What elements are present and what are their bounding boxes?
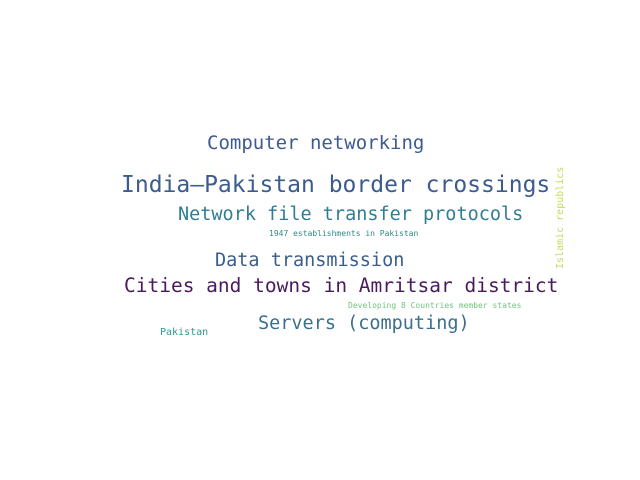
word-india-pakistan-border-crossings: India–Pakistan border crossings (121, 172, 551, 198)
word-developing-8-countries: Developing 8 Countries member states (348, 301, 522, 310)
word-pakistan: Pakistan (160, 327, 209, 338)
word-servers-computing: Servers (computing) (258, 313, 470, 334)
word-islamic-republics: Islamic republics (555, 166, 566, 269)
word-computer-networking: Computer networking (207, 132, 425, 154)
word-cloud: Computer networking India–Pakistan borde… (0, 0, 640, 480)
word-data-transmission: Data transmission (215, 250, 405, 271)
word-cities-towns-amritsar-district: Cities and towns in Amritsar district (124, 274, 559, 297)
word-1947-establishments-in-pakistan: 1947 establishments in Pakistan (269, 229, 419, 238)
word-network-file-transfer-protocols: Network file transfer protocols (178, 204, 524, 225)
